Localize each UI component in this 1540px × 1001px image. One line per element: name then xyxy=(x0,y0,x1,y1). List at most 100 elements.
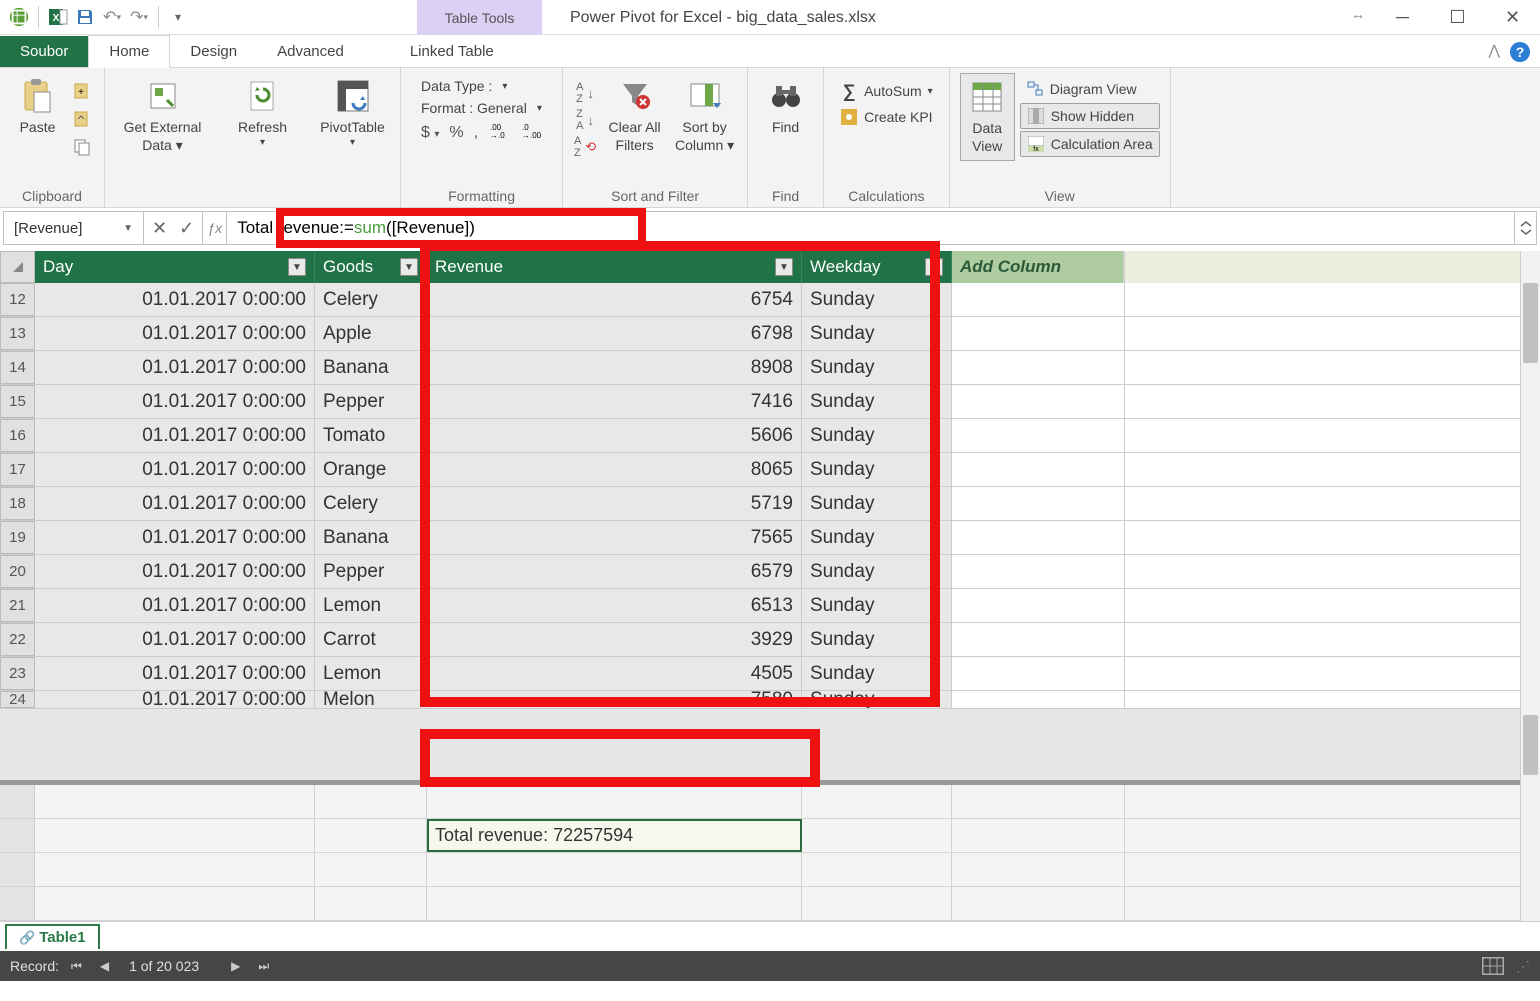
comma-button[interactable]: , xyxy=(474,124,478,142)
tab-advanced[interactable]: Advanced xyxy=(257,36,364,67)
row-header[interactable]: 19 xyxy=(0,521,35,554)
save-icon[interactable] xyxy=(74,6,96,28)
help-button[interactable]: ? xyxy=(1510,42,1530,62)
cell-revenue[interactable]: 8908 xyxy=(427,351,802,384)
column-header-goods[interactable]: Goods▼ xyxy=(315,251,427,283)
cell-weekday[interactable]: Sunday xyxy=(802,419,952,452)
nav-last-button[interactable]: ⏭ xyxy=(258,959,269,974)
ribbon-collapse-icon[interactable]: ⋀ xyxy=(1489,42,1500,59)
datatype-dropdown[interactable]: Data Type : ▾ xyxy=(421,78,507,94)
cell-revenue[interactable]: 4505 xyxy=(427,657,802,690)
filter-revenue-icon[interactable]: ▼ xyxy=(775,258,793,276)
fx-icon[interactable]: ƒx xyxy=(203,212,227,244)
cell-goods[interactable]: Pepper xyxy=(315,555,427,588)
cell-revenue[interactable]: 6513 xyxy=(427,589,802,622)
data-view-button[interactable]: Data View xyxy=(960,73,1015,161)
excel-icon[interactable]: X xyxy=(47,6,69,28)
sort-by-column-button[interactable]: Sort by Column ▾ xyxy=(672,73,737,159)
cell-goods[interactable]: Orange xyxy=(315,453,427,486)
increase-decimal-button[interactable]: .00→.0 xyxy=(488,122,510,143)
cell-goods[interactable]: Banana xyxy=(315,521,427,554)
close-button[interactable]: ✕ xyxy=(1485,0,1540,35)
row-header[interactable]: 15 xyxy=(0,385,35,418)
cell-add[interactable] xyxy=(952,419,1125,452)
cell-add[interactable] xyxy=(952,453,1125,486)
row-header[interactable]: 14 xyxy=(0,351,35,384)
cell-add[interactable] xyxy=(952,487,1125,520)
filter-day-icon[interactable]: ▼ xyxy=(288,258,306,276)
cell-day[interactable]: 01.01.2017 0:00:00 xyxy=(35,385,315,418)
clear-filters-button[interactable]: Clear All Filters xyxy=(602,73,667,159)
status-resize-grip-icon[interactable]: ⋰ xyxy=(1516,958,1530,975)
copy-icon[interactable] xyxy=(70,135,94,159)
row-header[interactable]: 12 xyxy=(0,283,35,316)
cell-day[interactable]: 01.01.2017 0:00:00 xyxy=(35,521,315,554)
cell-weekday[interactable]: Sunday xyxy=(802,555,952,588)
cell-revenue[interactable]: 7565 xyxy=(427,521,802,554)
cell-day[interactable]: 01.01.2017 0:00:00 xyxy=(35,317,315,350)
cell-revenue[interactable]: 7580 xyxy=(427,691,802,708)
cell-add[interactable] xyxy=(952,317,1125,350)
table-row[interactable]: 2001.01.2017 0:00:00Pepper6579Sunday xyxy=(0,555,1540,589)
cell-goods[interactable]: Banana xyxy=(315,351,427,384)
sort-desc-button[interactable]: ZA↓ xyxy=(573,108,597,132)
tab-design[interactable]: Design xyxy=(170,36,257,67)
status-grid-view-icon[interactable] xyxy=(1482,957,1504,975)
cell-day[interactable]: 01.01.2017 0:00:00 xyxy=(35,555,315,588)
paste-button[interactable]: Paste xyxy=(10,73,65,141)
table-row[interactable]: 2201.01.2017 0:00:00Carrot3929Sunday xyxy=(0,623,1540,657)
filter-weekday-icon[interactable]: ▼ xyxy=(925,258,943,276)
table-row[interactable]: 1901.01.2017 0:00:00Banana7565Sunday xyxy=(0,521,1540,555)
cell-weekday[interactable]: Sunday xyxy=(802,385,952,418)
pivottable-button[interactable]: PivotTable ▾ xyxy=(315,73,390,154)
table-row[interactable]: 1401.01.2017 0:00:00Banana8908Sunday xyxy=(0,351,1540,385)
cell-add[interactable] xyxy=(952,555,1125,588)
maximize-button[interactable]: ☐ xyxy=(1430,0,1485,35)
tab-linked-table[interactable]: Linked Table xyxy=(390,36,514,67)
cell-weekday[interactable]: Sunday xyxy=(802,589,952,622)
calc-vertical-scrollbar[interactable] xyxy=(1520,711,1540,921)
scroll-thumb-top[interactable] xyxy=(1523,283,1538,363)
cell-day[interactable]: 01.01.2017 0:00:00 xyxy=(35,283,315,316)
formula-input[interactable]: Total revenue:=sum([Revenue]) xyxy=(227,212,1514,244)
row-header[interactable]: 13 xyxy=(0,317,35,350)
scroll-thumb-calc[interactable] xyxy=(1523,715,1538,775)
cell-day[interactable]: 01.01.2017 0:00:00 xyxy=(35,487,315,520)
row-header[interactable]: 24 xyxy=(0,691,35,708)
cell-day[interactable]: 01.01.2017 0:00:00 xyxy=(35,419,315,452)
show-hidden-button[interactable]: Show Hidden xyxy=(1020,103,1160,129)
cell-revenue[interactable]: 5719 xyxy=(427,487,802,520)
cell-add[interactable] xyxy=(952,283,1125,316)
cell-goods[interactable]: Lemon xyxy=(315,657,427,690)
tab-home[interactable]: Home xyxy=(88,35,170,68)
undo-icon[interactable]: ↶▾ xyxy=(101,6,123,28)
find-button[interactable]: Find xyxy=(758,73,813,141)
column-header-revenue[interactable]: Revenue▼ xyxy=(427,251,802,283)
cell-weekday[interactable]: Sunday xyxy=(802,283,952,316)
table-row[interactable]: 1201.01.2017 0:00:00Celery6754Sunday xyxy=(0,283,1540,317)
cell-day[interactable]: 01.01.2017 0:00:00 xyxy=(35,453,315,486)
cell-weekday[interactable]: Sunday xyxy=(802,487,952,520)
refresh-button[interactable]: Refresh ▾ xyxy=(230,73,295,154)
row-header[interactable]: 17 xyxy=(0,453,35,486)
cell-revenue[interactable]: 6798 xyxy=(427,317,802,350)
cell-day[interactable]: 01.01.2017 0:00:00 xyxy=(35,623,315,656)
cell-add[interactable] xyxy=(952,657,1125,690)
row-header[interactable]: 16 xyxy=(0,419,35,452)
decrease-decimal-button[interactable]: .0→.00 xyxy=(520,122,542,143)
cell-revenue[interactable]: 6579 xyxy=(427,555,802,588)
clear-sort-button[interactable]: AZ⟲ xyxy=(573,135,597,159)
row-header[interactable]: 23 xyxy=(0,657,35,690)
cell-goods[interactable]: Carrot xyxy=(315,623,427,656)
cell-add[interactable] xyxy=(952,589,1125,622)
cell-add[interactable] xyxy=(952,691,1125,708)
calculation-area-button[interactable]: fx Calculation Area xyxy=(1020,131,1160,157)
formula-cancel-button[interactable]: ✕ xyxy=(152,218,167,239)
cell-revenue[interactable]: 3929 xyxy=(427,623,802,656)
column-header-add[interactable]: Add Column xyxy=(952,251,1125,283)
format-dropdown[interactable]: Format : General ▾ xyxy=(421,100,542,116)
diagram-view-button[interactable]: Diagram View xyxy=(1020,77,1160,101)
cell-day[interactable]: 01.01.2017 0:00:00 xyxy=(35,657,315,690)
cell-add[interactable] xyxy=(952,521,1125,554)
row-header[interactable]: 21 xyxy=(0,589,35,622)
